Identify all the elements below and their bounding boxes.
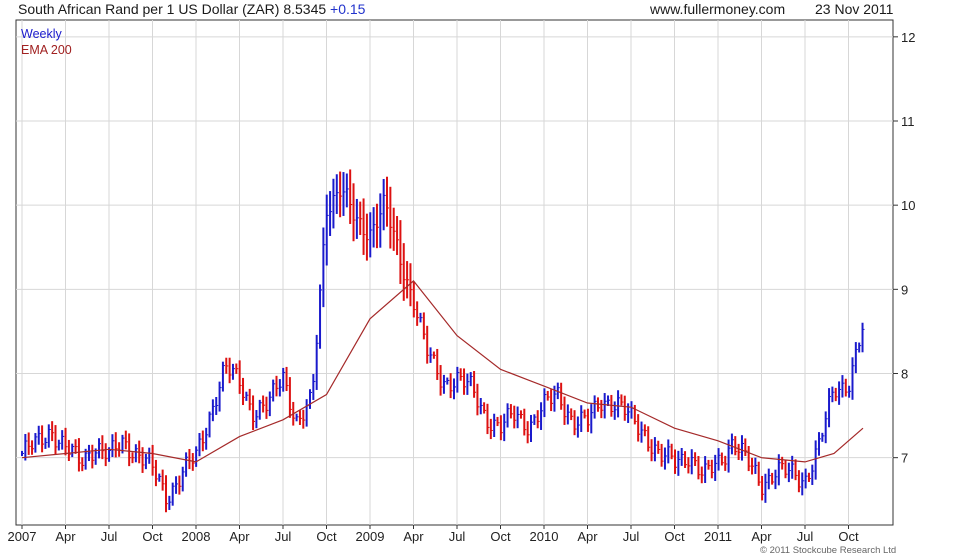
price-chart: 7 8 9 10 11 12 2007 Apr Jul Oct 2008 Apr Jul Oct 2009 A… [8,19,915,544]
x-tick-label: Jul [101,529,118,544]
x-tick-label: Oct [664,529,685,544]
x-tick-label: Jul [797,529,814,544]
x-tick-label: 2010 [530,529,559,544]
x-tick-label: Oct [838,529,859,544]
x-tick-label: 2007 [8,529,37,544]
y-tick-label: 11 [901,114,915,129]
x-tick-label: Apr [577,529,598,544]
y-tick-label: 7 [901,451,908,466]
x-tick-label: Apr [55,529,76,544]
x-tick-label: 2008 [182,529,211,544]
y-tick-label: 8 [901,367,908,382]
x-tick-label: Oct [316,529,337,544]
x-tick-label: 2009 [356,529,385,544]
x-tick-label: Apr [751,529,772,544]
y-tick-label: 12 [901,30,915,45]
x-tick-label: Apr [229,529,250,544]
legend-ema: EMA 200 [21,43,72,57]
y-tick-label: 10 [901,198,915,213]
x-tick-label: Jul [275,529,292,544]
x-tick-label: Jul [449,529,466,544]
x-tick-label: Jul [623,529,640,544]
x-tick-label: Apr [403,529,424,544]
copyright-note: © 2011 Stockcube Research Ltd [760,545,897,556]
y-tick-label: 9 [901,282,908,297]
x-tick-label: Oct [142,529,163,544]
legend-weekly: Weekly [21,27,62,41]
x-tick-label: Oct [490,529,511,544]
x-tick-label: 2011 [704,529,732,544]
